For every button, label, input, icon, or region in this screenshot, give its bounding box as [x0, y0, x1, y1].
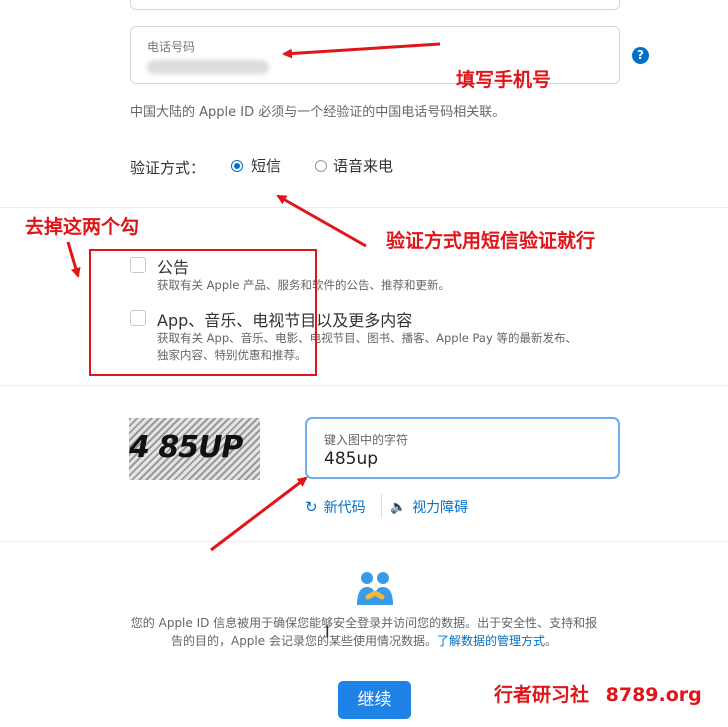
accessibility-link[interactable]: 🔈 视力障碍 [390, 497, 468, 517]
privacy-line2-suffix: 。 [544, 634, 557, 648]
watermark-domain: 8789.org [605, 684, 702, 706]
radio-sms[interactable] [231, 159, 243, 172]
accessibility-label: 视力障碍 [412, 500, 469, 516]
phone-value-blurred [147, 60, 269, 74]
annotation-verify-sms: 验证方式用短信验证就行 [386, 230, 596, 252]
verify-voice-option[interactable]: 语音来电 [315, 155, 393, 176]
phone-note: 中国大陆的 Apple ID 必须与一个经验证的中国电话号码相关联。 [130, 105, 506, 120]
phone-label: 电话号码 [147, 40, 196, 54]
arrow-to-sms [276, 194, 367, 248]
captcha-input-value: 485up [324, 449, 379, 469]
link-separator [381, 494, 382, 518]
people-icon [357, 572, 393, 605]
verify-voice-label: 语音来电 [333, 157, 394, 175]
continue-button[interactable]: 继续 [338, 681, 411, 719]
annotation-remove-checks: 去掉这两个勾 [25, 216, 140, 238]
captcha-input-label: 键入图中的字符 [324, 433, 409, 447]
refresh-icon: ↻ [305, 498, 318, 516]
verify-sms-option[interactable]: 短信 [231, 155, 281, 176]
privacy-line2-prefix: 告的目的，Apple 会记录您的某些使用情况数据。 [170, 634, 437, 648]
privacy-link[interactable]: 了解数据的管理方式 [437, 634, 545, 648]
watermark-text: 行者研习社 [494, 684, 590, 706]
verify-sms-label: 短信 [251, 157, 282, 175]
divider [0, 541, 728, 542]
privacy-line1: 您的 Apple ID 信息被用于确保您能够安全登录并访问您的数据。出于安全性、… [130, 616, 598, 630]
arrow-to-captcha [210, 476, 308, 552]
text-cursor-icon: I [325, 622, 330, 641]
new-code-link[interactable]: ↻ 新代码 [305, 497, 366, 517]
new-code-label: 新代码 [323, 500, 366, 516]
captcha-input[interactable]: 键入图中的字符 485up [305, 417, 620, 479]
privacy-line2: 告的目的，Apple 会记录您的某些使用情况数据。了解数据的管理方式。 [0, 632, 728, 649]
watermark: 行者研习社 8789.org [494, 680, 702, 707]
divider [0, 385, 728, 386]
help-icon[interactable]: ? [632, 47, 649, 64]
speaker-icon: 🔈 [390, 499, 407, 515]
radio-voice[interactable] [315, 159, 327, 172]
captcha-image: 4 85UP [129, 418, 260, 480]
divider [0, 207, 728, 208]
captcha-image-text: 4 85UP [129, 430, 243, 465]
arrow-to-checks [66, 241, 81, 278]
annotation-fill-phone: 填写手机号 [456, 69, 552, 91]
verify-label: 验证方式： [130, 159, 206, 177]
annotation-box [89, 249, 317, 376]
previous-field[interactable] [130, 0, 620, 10]
